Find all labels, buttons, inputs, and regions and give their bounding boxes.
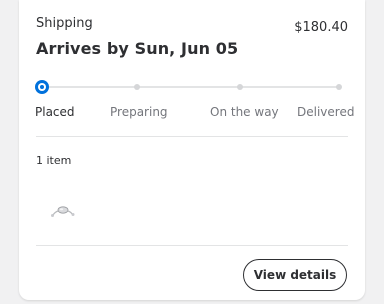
progress-dot-delivered — [336, 84, 342, 90]
divider-bottom — [36, 245, 348, 246]
progress-dot-preparing — [134, 84, 140, 90]
step-label-placed: Placed — [35, 105, 75, 119]
progress-track — [42, 86, 341, 88]
view-details-button[interactable]: View details — [243, 259, 347, 291]
shipping-label: Shipping — [36, 16, 93, 31]
product-thumbnail[interactable] — [46, 202, 80, 220]
progress-dot-on-the-way — [237, 84, 243, 90]
divider-top — [36, 136, 348, 137]
step-label-on-the-way: On the way — [210, 105, 279, 119]
step-label-delivered: Delivered — [297, 105, 355, 119]
arrival-date: Arrives by Sun, Jun 05 — [36, 39, 239, 58]
order-price: $180.40 — [294, 20, 348, 35]
order-card: Shipping $180.40 Arrives by Sun, Jun 05 … — [19, 0, 365, 300]
items-count: 1 item — [36, 154, 72, 167]
earbuds-product-icon — [51, 206, 75, 217]
step-label-preparing: Preparing — [110, 105, 168, 119]
progress-dot-placed — [35, 80, 49, 94]
